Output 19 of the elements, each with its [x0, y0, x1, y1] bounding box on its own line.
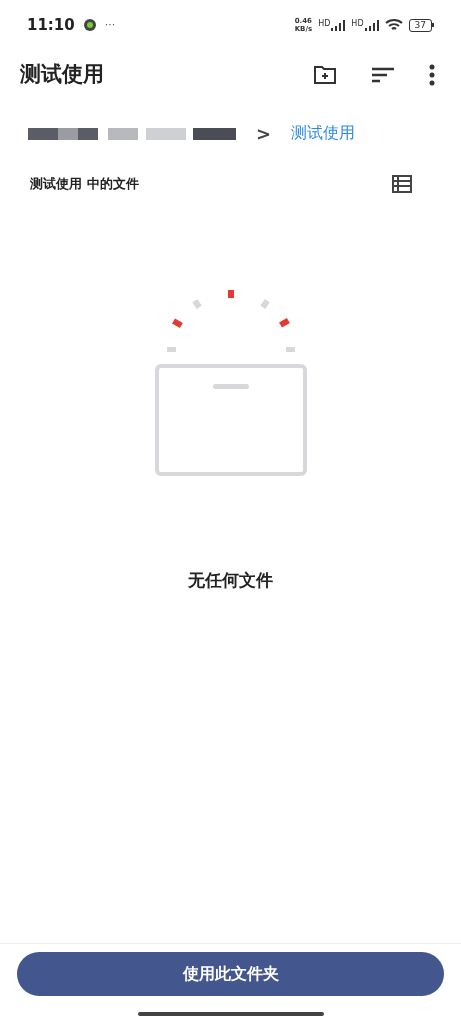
app-notification-icon	[82, 18, 97, 32]
hd-label: HD	[318, 19, 331, 28]
more-vertical-icon	[429, 64, 435, 86]
sort-icon	[372, 67, 394, 83]
signal-icon	[331, 19, 346, 31]
empty-message: 无任何文件	[188, 569, 273, 592]
more-notifications: ···	[104, 16, 116, 33]
use-folder-button[interactable]: 使用此文件夹	[17, 952, 444, 996]
folder-plus-icon	[313, 65, 337, 85]
list-view-icon[interactable]	[392, 175, 412, 193]
signal-icon	[364, 19, 379, 31]
section-title: 测试使用 中的文件	[30, 175, 139, 194]
page-title: 测试使用	[20, 61, 105, 89]
breadcrumb-separator: >	[256, 121, 272, 146]
wifi-icon	[384, 18, 403, 32]
hd-label: HD	[351, 19, 364, 28]
battery-indicator: 37	[408, 18, 434, 32]
breadcrumb-current[interactable]: 测试使用	[291, 121, 356, 145]
status-time: 11:10	[27, 14, 75, 36]
